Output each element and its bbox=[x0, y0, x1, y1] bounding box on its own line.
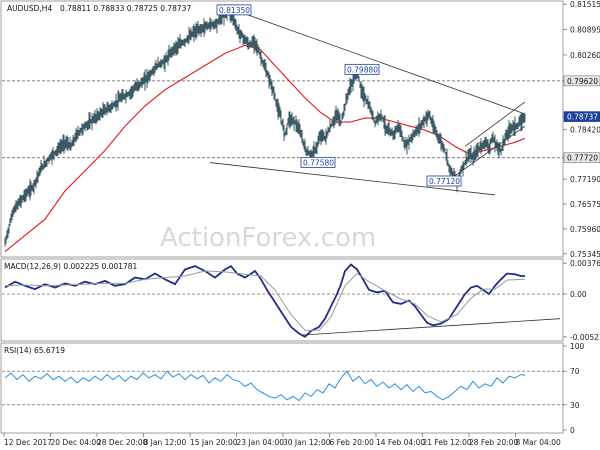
time-tick-label: 12 Dec 2017 bbox=[4, 438, 52, 447]
price-tick-label: 0.75960 bbox=[570, 225, 600, 234]
time-tick-label: 28 Dec 20:00 bbox=[97, 438, 148, 447]
price-tag: 0.79620 bbox=[567, 77, 598, 86]
symbol-title: AUDUSD,H4 bbox=[7, 4, 52, 13]
price-tick-label: 0.75345 bbox=[570, 250, 600, 259]
time-tick-label: 14 Feb 04:00 bbox=[376, 438, 425, 447]
pivot-label: 0.77120 bbox=[429, 177, 460, 186]
price-tick-label: 0.76575 bbox=[570, 200, 600, 209]
pivot-label: 0.81350 bbox=[219, 6, 250, 15]
rsi-tick-label: 30 bbox=[570, 401, 580, 410]
time-tick-label: 20 Dec 04:00 bbox=[51, 438, 102, 447]
pivot-label: 0.79880 bbox=[347, 65, 378, 74]
macd-tick-label: 0.003762 bbox=[570, 259, 600, 268]
price-tick-label: 0.77190 bbox=[570, 175, 600, 184]
time-tick-label: 30 Jan 12:00 bbox=[283, 438, 331, 447]
price-tick-label: 0.80895 bbox=[570, 25, 600, 34]
time-tick-label: 28 Feb 20:00 bbox=[469, 438, 518, 447]
pivot-label: 0.77580 bbox=[303, 158, 334, 167]
forex-chart: AUDUSD,H4 0.78811 0.78833 0.78725 0.7873… bbox=[0, 0, 600, 450]
rsi-tick-label: 0 bbox=[570, 426, 575, 435]
time-tick-label: 15 Jan 20:00 bbox=[190, 438, 238, 447]
time-tick-label: 23 Jan 04:00 bbox=[237, 438, 285, 447]
macd-tick-label: -0.005216 bbox=[570, 333, 600, 342]
time-tick-label: 21 Feb 12:00 bbox=[423, 438, 472, 447]
time-tick-label: 8 Mar 04:00 bbox=[516, 438, 562, 447]
watermark-text: ActionForex.com bbox=[160, 223, 376, 253]
price-tick-label: 0.81515 bbox=[570, 0, 600, 9]
macd-tick-label: 0.00 bbox=[570, 290, 587, 299]
price-tick-label: 0.78420 bbox=[570, 125, 600, 134]
ohlc-readout: 0.78811 0.78833 0.78725 0.78737 bbox=[60, 4, 191, 13]
macd-title: MACD(12,26,9) 0.002225 0.001781 bbox=[4, 262, 138, 271]
price-tick-label: 0.80260 bbox=[570, 51, 600, 60]
price-tag: 0.77720 bbox=[567, 154, 598, 163]
price-tag: 0.78737 bbox=[567, 113, 598, 122]
rsi-tick-label: 100 bbox=[570, 342, 585, 351]
time-tick-label: 8 Jan 12:00 bbox=[144, 438, 187, 447]
rsi-tick-label: 70 bbox=[570, 367, 580, 376]
rsi-title: RSI(14) 65.6719 bbox=[4, 346, 65, 355]
time-tick-label: 6 Feb 20:00 bbox=[330, 438, 375, 447]
